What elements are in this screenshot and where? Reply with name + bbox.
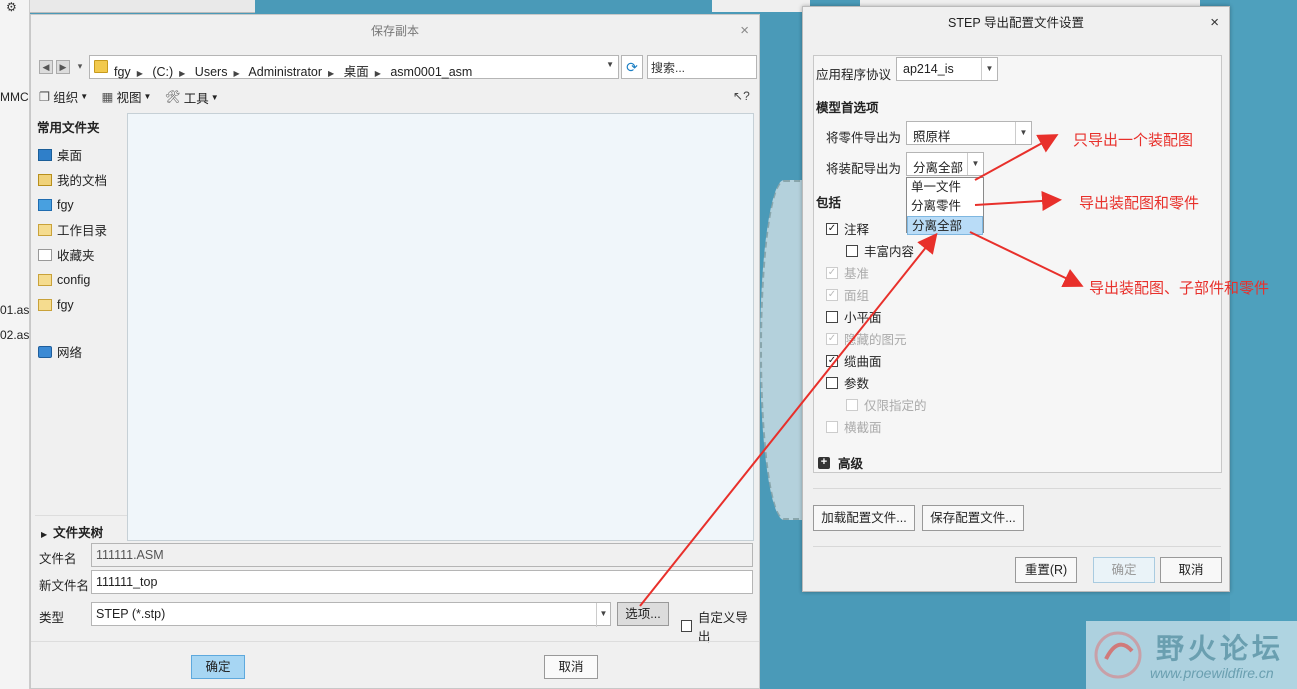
annotation-arrow (974, 190, 1062, 211)
annotation-arrow (974, 134, 1059, 181)
forum-logo-icon (1094, 631, 1142, 679)
watermark-title: 野火论坛 (1156, 633, 1285, 664)
annotation-asm-and-parts: 导出装配图和零件 (1079, 195, 1200, 212)
watermark: 野火论坛 www.proewildfire.cn (1086, 621, 1297, 689)
annotation-arrow (969, 231, 1084, 288)
annotation-asm-sub-parts: 导出装配图、子部件和零件 (1089, 280, 1270, 297)
annotation-single-asm: 只导出一个装配图 (1073, 132, 1194, 149)
watermark-url: www.proewildfire.cn (1150, 665, 1274, 681)
annotation-arrow (639, 232, 938, 607)
annotation-arrows (639, 134, 1084, 607)
